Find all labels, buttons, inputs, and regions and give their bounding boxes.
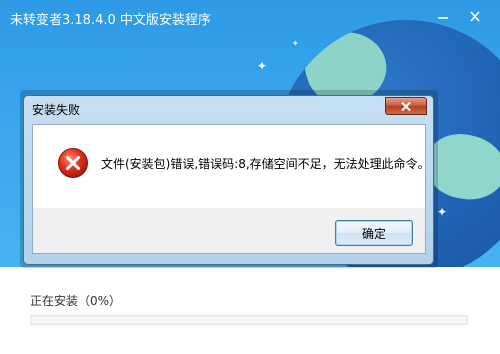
progress-bar — [30, 315, 468, 325]
dialog-close-button[interactable] — [385, 97, 427, 115]
window-close-button[interactable] — [466, 9, 484, 23]
sparkle-icon: ✦ — [437, 205, 448, 219]
error-icon — [58, 148, 88, 178]
sparkle-icon: ✦ — [257, 59, 268, 73]
progress-label: 正在安装（0%） — [30, 294, 122, 308]
dialog-title: 安装失败 — [32, 103, 81, 117]
error-dialog: 安装失败 文件(安装包)错误,错误码:8,存储空间不足，无法处理此命令。 确定 — [23, 95, 434, 265]
error-message: 文件(安装包)错误,错误码:8,存储空间不足，无法处理此命令。 — [101, 157, 430, 171]
installer-title: 未转变者3.18.4.0 中文版安装程序 — [10, 13, 211, 28]
close-icon — [470, 11, 480, 22]
sparkle-icon: ✦ — [292, 39, 299, 48]
dialog-message-area: 文件(安装包)错误,错误码:8,存储空间不足，无法处理此命令。 — [33, 125, 430, 208]
minimize-icon — [438, 17, 448, 19]
installer-progress-area: 正在安装（0%） — [0, 267, 500, 354]
ok-button[interactable]: 确定 — [335, 220, 413, 246]
close-icon — [401, 101, 411, 111]
minimize-button[interactable] — [434, 9, 452, 23]
dialog-body: 文件(安装包)错误,错误码:8,存储空间不足，无法处理此命令。 确定 — [32, 124, 430, 254]
